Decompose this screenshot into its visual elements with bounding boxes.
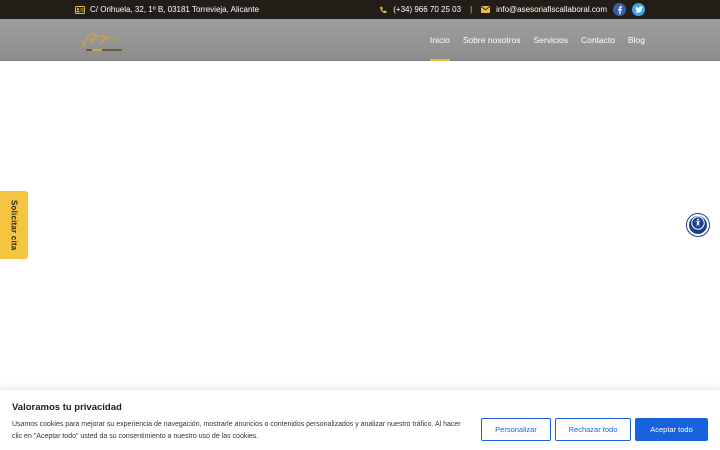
email-link[interactable]: info@asesoriafiscallaboral.com: [496, 5, 607, 14]
main-menu: Inicio Sobre nosotros Servicios Contacto…: [429, 19, 645, 61]
address-card-icon: [75, 5, 85, 14]
facebook-icon[interactable]: [613, 3, 626, 16]
address-block: C/ Orihuela, 32, 1º B, 03181 Torrevieja,…: [75, 0, 259, 19]
separator: |: [470, 5, 473, 14]
twitter-icon[interactable]: [632, 3, 645, 16]
solicitar-cita-tab[interactable]: Solicitar cita: [0, 191, 28, 259]
phone-icon: [379, 6, 387, 14]
accessibility-icon: [691, 215, 705, 235]
nav-item-inicio[interactable]: Inicio: [429, 19, 450, 61]
main-navbar: Inicio Sobre nosotros Servicios Contacto…: [0, 19, 720, 61]
site-logo[interactable]: [78, 25, 128, 55]
contact-block: (+34) 966 70 25 03 | info@asesoriafiscal…: [379, 0, 645, 19]
nav-item-servicios[interactable]: Servicios: [533, 19, 567, 61]
reject-all-button[interactable]: Rechazar todo: [555, 418, 631, 441]
address-text: C/ Orihuela, 32, 1º B, 03181 Torrevieja,…: [90, 5, 260, 14]
nav-item-sobre-nosotros[interactable]: Sobre nosotros: [463, 19, 521, 61]
customize-button[interactable]: Personalizar: [481, 418, 551, 441]
cookie-title: Valoramos tu privacidad: [12, 402, 122, 413]
phone-link[interactable]: (+34) 966 70 25 03: [393, 5, 461, 14]
accessibility-button[interactable]: [687, 214, 709, 236]
accept-all-button[interactable]: Aceptar todo: [635, 418, 708, 441]
envelope-icon: [481, 6, 491, 13]
solicitar-cita-label: Solicitar cita: [9, 199, 19, 251]
cookie-description: Usamos cookies para mejorar su experienc…: [12, 421, 461, 440]
top-info-bar: C/ Orihuela, 32, 1º B, 03181 Torrevieja,…: [0, 0, 720, 19]
nav-item-contacto[interactable]: Contacto: [581, 19, 615, 61]
nav-item-blog[interactable]: Blog: [628, 19, 645, 61]
